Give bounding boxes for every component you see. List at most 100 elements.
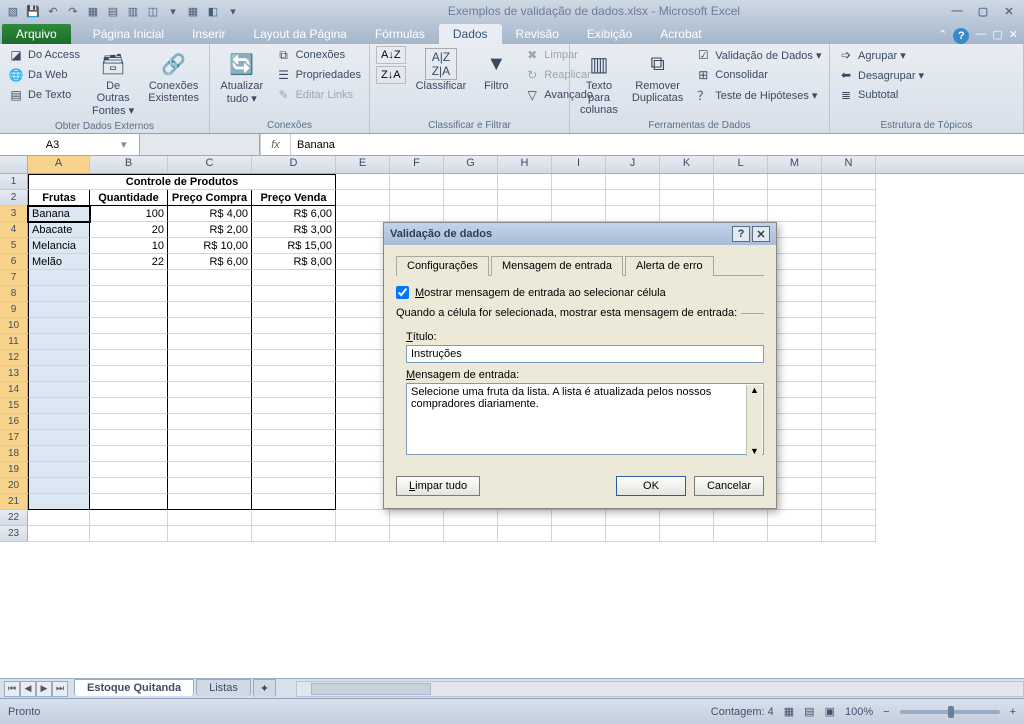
cell[interactable]: [252, 414, 336, 430]
text-to-columns-button[interactable]: ▥Texto para colunas: [576, 46, 622, 118]
qat-icon[interactable]: ◧: [204, 2, 222, 20]
cell[interactable]: Frutas: [28, 190, 90, 206]
cell[interactable]: [90, 382, 168, 398]
dialog-tab-error-alert[interactable]: Alerta de erro: [625, 256, 714, 276]
cell[interactable]: [252, 366, 336, 382]
row-header[interactable]: 23: [0, 526, 28, 542]
cell[interactable]: [168, 350, 252, 366]
cell[interactable]: [28, 334, 90, 350]
cell[interactable]: [168, 382, 252, 398]
cell[interactable]: Melancia: [28, 238, 90, 254]
cell[interactable]: R$ 6,00: [252, 206, 336, 222]
cell[interactable]: R$ 6,00: [168, 254, 252, 270]
cell[interactable]: [252, 334, 336, 350]
message-textarea[interactable]: [406, 383, 764, 455]
row-header[interactable]: 13: [0, 366, 28, 382]
cell[interactable]: R$ 15,00: [252, 238, 336, 254]
sort-button[interactable]: A|ZZ|AClassificar: [412, 46, 471, 94]
cell[interactable]: [822, 430, 876, 446]
cell[interactable]: [336, 462, 390, 478]
cell[interactable]: [498, 206, 552, 222]
from-web-button[interactable]: 🌐Da Web: [6, 66, 82, 84]
cell[interactable]: [28, 494, 90, 510]
cell[interactable]: [28, 478, 90, 494]
cell[interactable]: [660, 190, 714, 206]
cell[interactable]: [336, 366, 390, 382]
row-header[interactable]: 15: [0, 398, 28, 414]
cell[interactable]: [252, 302, 336, 318]
dialog-tab-input-message[interactable]: Mensagem de entrada: [491, 256, 623, 276]
cell[interactable]: [390, 206, 444, 222]
cell[interactable]: [498, 190, 552, 206]
cell[interactable]: [444, 190, 498, 206]
row-header[interactable]: 16: [0, 414, 28, 430]
cell[interactable]: [336, 446, 390, 462]
cell[interactable]: [336, 382, 390, 398]
cell[interactable]: [90, 430, 168, 446]
cell[interactable]: [336, 318, 390, 334]
cell[interactable]: [252, 526, 336, 542]
column-header[interactable]: D: [252, 156, 336, 173]
column-header[interactable]: B: [90, 156, 168, 173]
cell[interactable]: [822, 190, 876, 206]
sheet-tab-active[interactable]: Estoque Quitanda: [74, 679, 194, 696]
cell[interactable]: [444, 510, 498, 526]
qat-icon[interactable]: ◫: [144, 2, 162, 20]
cell[interactable]: Melão: [28, 254, 90, 270]
row-header[interactable]: 5: [0, 238, 28, 254]
row-header[interactable]: 14: [0, 382, 28, 398]
cell[interactable]: [90, 414, 168, 430]
cell[interactable]: [444, 174, 498, 190]
filter-button[interactable]: ▼Filtro: [476, 46, 516, 94]
cell[interactable]: [168, 430, 252, 446]
cell[interactable]: [90, 462, 168, 478]
cell-dropdown-icon[interactable]: ▼: [89, 206, 90, 222]
cell[interactable]: R$ 4,00: [168, 206, 252, 222]
cell[interactable]: [768, 190, 822, 206]
row-header[interactable]: 21: [0, 494, 28, 510]
cell[interactable]: [822, 526, 876, 542]
cell[interactable]: [90, 334, 168, 350]
column-header[interactable]: G: [444, 156, 498, 173]
view-break-icon[interactable]: ▣: [825, 705, 835, 718]
cell[interactable]: [28, 270, 90, 286]
qat-icon[interactable]: ▦: [184, 2, 202, 20]
cell[interactable]: [168, 398, 252, 414]
cell[interactable]: [714, 190, 768, 206]
cell[interactable]: [336, 302, 390, 318]
cell[interactable]: [552, 526, 606, 542]
cell[interactable]: [822, 334, 876, 350]
from-text-button[interactable]: ▤De Texto: [6, 86, 82, 104]
cell[interactable]: [336, 478, 390, 494]
cell[interactable]: [822, 414, 876, 430]
formula-bar[interactable]: fx Banana: [260, 134, 1024, 155]
cell[interactable]: [336, 414, 390, 430]
workbook-restore-icon[interactable]: ▢: [992, 28, 1002, 44]
close-icon[interactable]: ✕: [998, 3, 1020, 19]
cell[interactable]: [552, 174, 606, 190]
cell[interactable]: R$ 10,00: [168, 238, 252, 254]
cell[interactable]: [822, 446, 876, 462]
cell[interactable]: R$ 3,00: [252, 222, 336, 238]
cell[interactable]: [90, 398, 168, 414]
redo-icon[interactable]: ↷: [64, 2, 82, 20]
name-box-dropdown-icon[interactable]: ▾: [121, 138, 135, 152]
row-header[interactable]: 11: [0, 334, 28, 350]
cell[interactable]: [606, 510, 660, 526]
help-icon[interactable]: ?: [953, 28, 969, 44]
refresh-all-button[interactable]: 🔄Atualizar tudo ▾: [216, 46, 268, 107]
properties-button[interactable]: ☰Propriedades: [274, 66, 363, 84]
zoom-level[interactable]: 100%: [845, 706, 873, 718]
dialog-title-bar[interactable]: Validação de dados ? ✕: [384, 223, 776, 245]
cell[interactable]: [336, 190, 390, 206]
show-message-checkbox[interactable]: Mostrar mensagem de entrada ao seleciona…: [396, 286, 764, 299]
cell[interactable]: [252, 350, 336, 366]
column-header[interactable]: J: [606, 156, 660, 173]
cell[interactable]: [822, 382, 876, 398]
cell[interactable]: [660, 174, 714, 190]
dialog-close-icon[interactable]: ✕: [752, 226, 770, 242]
cell[interactable]: [822, 222, 876, 238]
cell[interactable]: Abacate: [28, 222, 90, 238]
cell[interactable]: [336, 398, 390, 414]
row-header[interactable]: 20: [0, 478, 28, 494]
